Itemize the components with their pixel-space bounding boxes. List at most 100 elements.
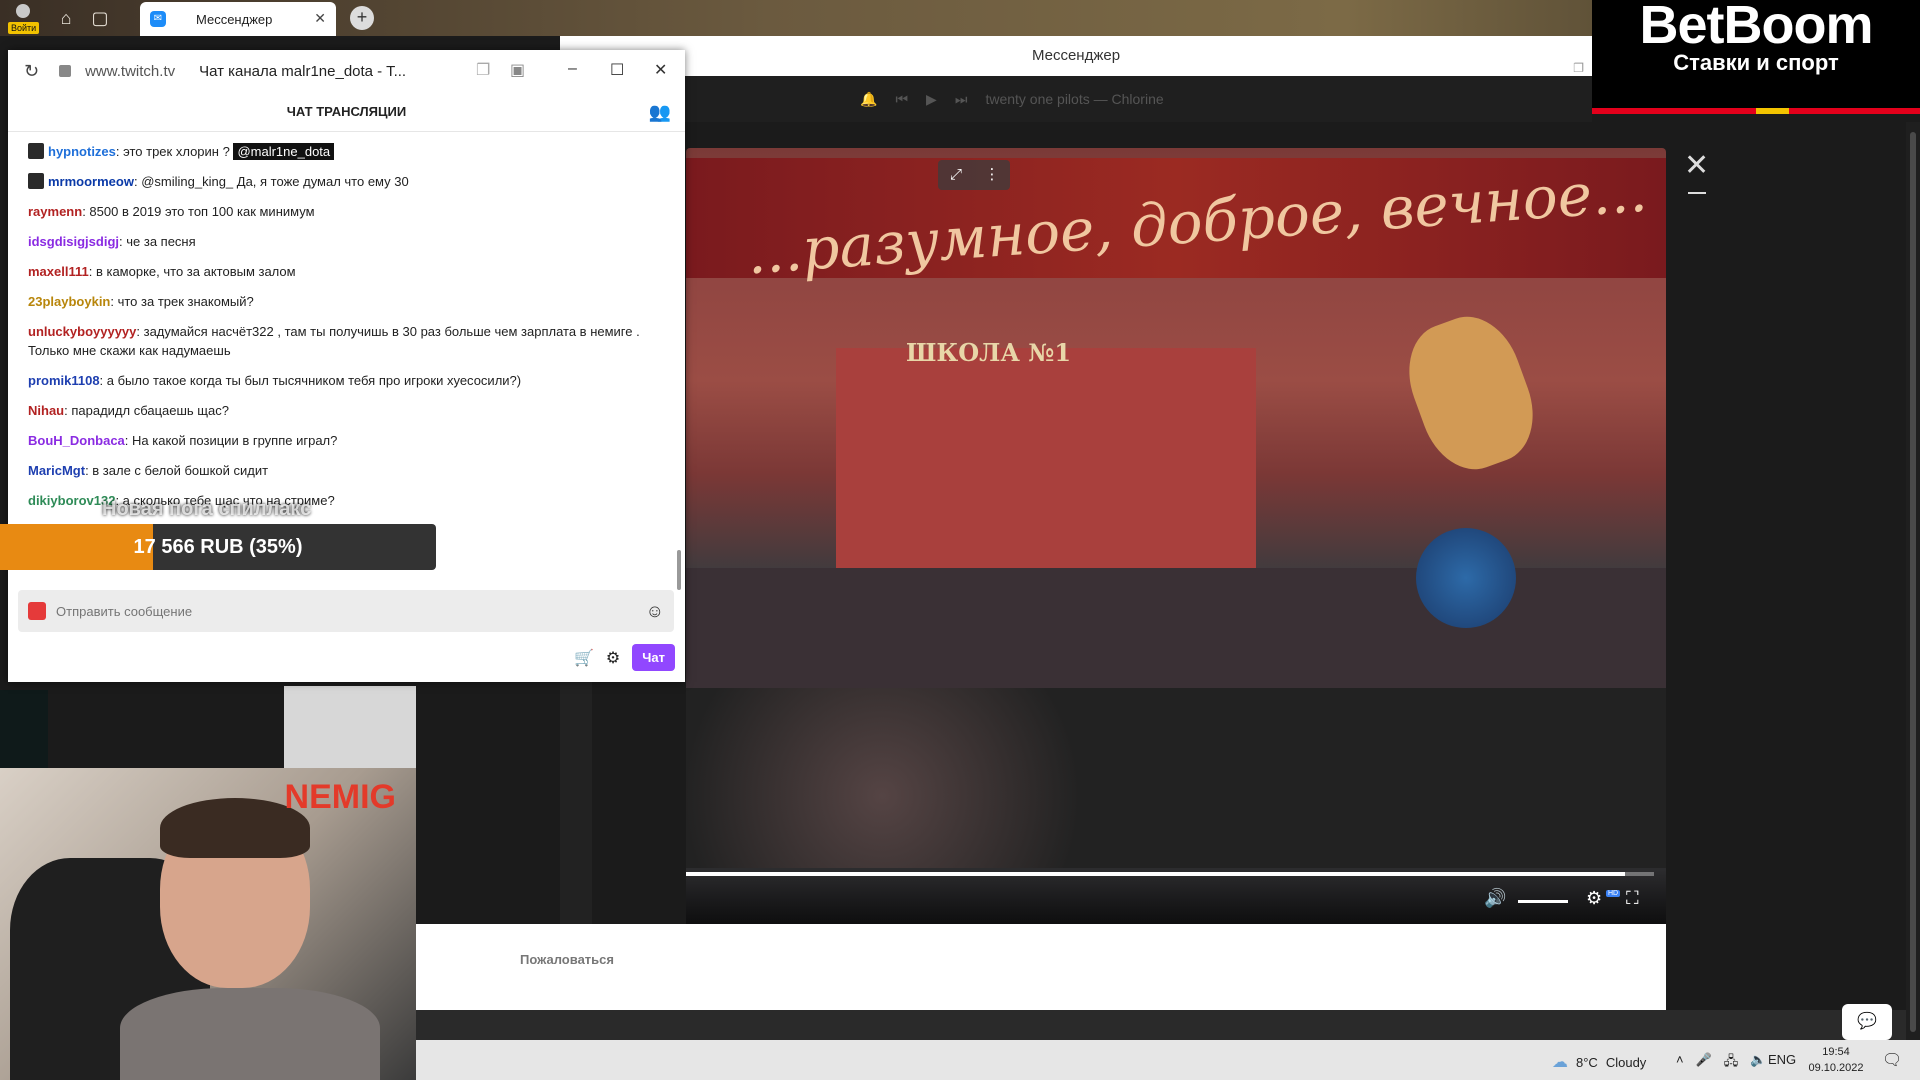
pip-icon[interactable]: ❐ — [476, 60, 490, 80]
messenger-titlebar: Мессенджер ❐ — [560, 36, 1592, 76]
users-icon[interactable]: 👥 — [649, 92, 671, 132]
chat-scrollbar[interactable] — [677, 550, 681, 590]
report-link[interactable]: Пожаловаться — [520, 952, 614, 967]
more-icon[interactable]: ⋮ — [974, 160, 1010, 190]
chat-message: unluckyboyyyyyy: задумайся насчёт322 , т… — [28, 322, 661, 360]
donation-title: Новая пога спиллакс — [102, 498, 312, 520]
bell-icon[interactable]: 🔔 — [860, 91, 877, 108]
chat-text: : На какой позиции в группе играл? — [124, 433, 338, 448]
chat-send-button[interactable]: Чат — [632, 644, 675, 671]
channel-points-icon[interactable]: 🛒 — [574, 648, 594, 668]
scrollbar-thumb[interactable] — [1910, 132, 1916, 1032]
weather-temp: 8°C — [1576, 1054, 1598, 1070]
progress-fill — [686, 872, 1625, 876]
close-window-icon[interactable]: ✕ — [654, 60, 667, 80]
close-tab-icon[interactable]: ✕ — [314, 10, 326, 27]
minimize-icon[interactable] — [1688, 192, 1706, 194]
settings-icon[interactable]: ⚙ — [1586, 888, 1602, 909]
chat-text: : @smiling_king_ Да, я тоже думал что ем… — [133, 174, 409, 189]
notification-icon[interactable]: 🗨 — [1882, 1050, 1902, 1070]
prev-track-icon[interactable]: ⏮ — [895, 91, 908, 108]
chat-username[interactable]: raymenn — [28, 204, 82, 219]
messenger-title: Мессенджер — [1031, 47, 1121, 64]
chat-input[interactable] — [56, 590, 616, 632]
chat-username[interactable]: BouH_Donbaca — [28, 433, 125, 448]
play-icon[interactable]: ▶ — [926, 91, 937, 108]
chat-settings-icon[interactable]: ⚙ — [606, 648, 620, 668]
language-indicator[interactable]: ENG — [1768, 1052, 1796, 1067]
volume-slider[interactable] — [1518, 900, 1568, 903]
chat-mention[interactable]: @malr1ne_dota — [233, 143, 335, 160]
clock[interactable]: 19:54 09.10.2022 — [1800, 1044, 1872, 1076]
profile-icon — [16, 4, 30, 18]
chat-username[interactable]: 23playboykin — [28, 294, 110, 309]
tab-messenger[interactable]: ✉ Мессенджер ✕ — [140, 2, 336, 36]
close-icon[interactable]: ✕ — [1684, 148, 1709, 183]
chat-header-title: ЧАТ ТРАНСЛЯЦИИ — [286, 104, 407, 119]
chat-text: : парадидл сбацаешь щас? — [64, 403, 229, 418]
popup-titlebar: ↻ www.twitch.tv Чат канала malr1ne_dota … — [8, 50, 685, 92]
donation-goal-bar: 17 566 RUB (35%) — [0, 524, 436, 570]
chat-text: : 8500 в 2019 это топ 100 как минимум — [82, 204, 315, 219]
open-external-icon[interactable]: ⤢ — [938, 160, 974, 190]
background-panel — [416, 1010, 1916, 1040]
microphone-icon[interactable]: 🎤 — [1696, 1052, 1712, 1074]
chat-message: maxell111: в каморке, что за актовым зал… — [28, 262, 661, 281]
hd-badge: HD — [1606, 890, 1621, 897]
bookmark-add-icon[interactable]: ▢ — [86, 4, 114, 32]
chat-message: MaricMgt: в зале с белой бошкой сидит — [28, 461, 661, 480]
chat-message: Nihau: парадидл сбацаешь щас? — [28, 401, 661, 420]
school-building — [836, 348, 1256, 568]
chat-message: mrmoormeow: @smiling_king_ Да, я тоже ду… — [28, 172, 661, 191]
weather-widget[interactable]: ☁ 8°C Cloudy — [1552, 1052, 1646, 1072]
chat-footer: 🛒 ⚙ Чат — [574, 644, 675, 671]
chat-username[interactable]: MaricMgt — [28, 463, 85, 478]
popup-title: Чат канала malr1ne_dota - T... — [199, 62, 407, 80]
speaker-icon[interactable]: 🔈 — [1750, 1052, 1766, 1074]
video-progress[interactable] — [686, 872, 1654, 876]
chat-text: : в каморке, что за актовым залом — [88, 264, 296, 279]
system-tray: ˄ 🎤 🖧 🔈 — [1676, 1052, 1766, 1074]
volume-icon[interactable]: 🔊 — [1484, 888, 1506, 909]
user-badge-icon[interactable] — [28, 143, 44, 159]
ad-brand: BetBoom — [1639, 0, 1874, 55]
clock-time: 19:54 — [1822, 1046, 1850, 1058]
chat-username[interactable]: idsgdisigjsdigj — [28, 234, 119, 249]
video-player[interactable]: ...разумное, доброе, вечное... ШКОЛА №1 … — [686, 148, 1666, 924]
webcam-logo: NEMIG — [284, 778, 396, 816]
chat-username[interactable]: unluckyboyyyyyy — [28, 324, 136, 339]
track-title[interactable]: twenty one pilots — Chlorine — [985, 91, 1163, 107]
chat-username[interactable]: hypnotizes — [48, 144, 116, 159]
audience — [686, 688, 1666, 868]
chat-username[interactable]: Nihau — [28, 403, 64, 418]
emoji-icon[interactable]: ☺ — [646, 601, 664, 622]
chat-header: ЧАТ ТРАНСЛЯЦИИ 👥 — [8, 92, 685, 132]
home-icon[interactable]: ⌂ — [52, 4, 80, 32]
fullscreen-icon[interactable]: ⛶ — [1626, 888, 1639, 909]
chat-username[interactable]: maxell111 — [28, 264, 89, 279]
scroll-decoration — [1393, 303, 1549, 483]
video-footer: Пожаловаться — [416, 924, 1666, 1010]
chat-bubble-icon[interactable]: 💬 — [1842, 1004, 1892, 1040]
chat-username[interactable]: mrmoormeow — [48, 174, 134, 189]
lock-icon — [59, 65, 72, 77]
maximize-window-icon[interactable]: ☐ — [610, 60, 624, 80]
network-icon[interactable]: 🖧 — [1724, 1052, 1739, 1074]
profile-button[interactable]: Войти — [6, 2, 40, 34]
chevron-up-icon[interactable]: ˄ — [1676, 1052, 1684, 1074]
webcam-feed: NEMIG — [0, 768, 416, 1080]
camera-icon[interactable] — [28, 602, 46, 620]
tab-title: Мессенджер — [196, 11, 273, 27]
minimize-window-icon[interactable]: – — [568, 60, 577, 78]
reload-icon[interactable]: ↻ — [24, 61, 39, 82]
page-scrollbar[interactable] — [1906, 122, 1920, 1042]
chat-username[interactable]: promik1108 — [28, 373, 100, 388]
login-label: Войти — [8, 22, 40, 34]
extension-icon[interactable]: ▣ — [510, 60, 525, 80]
next-track-icon[interactable]: ⏭ — [955, 91, 968, 108]
stage — [686, 568, 1666, 688]
chat-text: : а было такое когда ты был тысячником т… — [99, 373, 522, 388]
user-badge-icon[interactable] — [28, 173, 44, 189]
globe — [1416, 528, 1516, 628]
new-tab-button[interactable]: + — [350, 6, 374, 30]
